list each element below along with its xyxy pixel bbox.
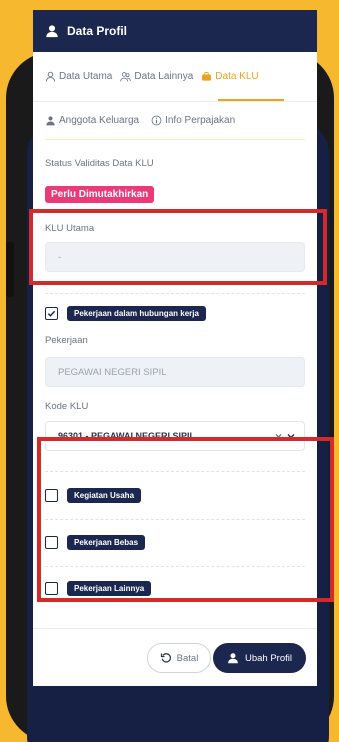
briefcase-icon xyxy=(202,72,212,81)
status-label: Status Validitas Data KLU xyxy=(45,158,154,169)
tab-label: Data Lainnya xyxy=(134,71,194,82)
tab-data-lainnya[interactable]: Data Lainnya xyxy=(120,71,193,82)
tab-anggota-keluarga[interactable]: Anggota Keluarga xyxy=(45,115,139,126)
checkbox-pekerjaan-hubungan-kerja[interactable] xyxy=(45,307,58,320)
highlight-box-other-jobs xyxy=(37,437,334,602)
pekerjaan-label: Pekerjaan xyxy=(45,335,88,346)
tab-data-utama[interactable]: Data Utama xyxy=(45,71,112,82)
pekerjaan-field: PEGAWAI NEGERI SIPIL xyxy=(45,357,305,387)
update-profile-button-label: Ubah Profil xyxy=(245,652,292,664)
check-row-pekerjaan-hubungan-kerja: Pekerjaan dalam hubungan kerja xyxy=(45,306,305,321)
page-title: Data Profil xyxy=(67,24,128,38)
update-profile-button[interactable]: Ubah Profil xyxy=(213,643,306,673)
users-icon xyxy=(120,72,132,82)
tab-label: Info Perpajakan xyxy=(165,115,236,126)
phone-side-button xyxy=(6,242,14,297)
user-icon xyxy=(228,653,238,664)
family-icon xyxy=(46,116,55,126)
active-tab-indicator xyxy=(218,99,284,101)
cancel-button[interactable]: Batal xyxy=(147,643,211,673)
card-header: Data Profil xyxy=(33,10,317,52)
tab-info-perpajakan[interactable]: Info Perpajakan xyxy=(151,115,235,126)
pekerjaan-hubungan-kerja-label: Pekerjaan dalam hubungan kerja xyxy=(67,306,206,321)
tab-label: Data Utama xyxy=(59,71,113,82)
undo-icon xyxy=(160,653,171,663)
user-icon xyxy=(46,25,58,38)
user-icon xyxy=(45,71,56,82)
form-footer: Batal Ubah Profil xyxy=(33,628,317,686)
tab-data-klu[interactable]: Data KLU xyxy=(201,71,259,82)
check-icon xyxy=(47,310,56,317)
kode-klu-label: Kode KLU xyxy=(45,401,89,412)
info-icon xyxy=(151,115,162,126)
status-badge: Perlu Dimutakhirkan xyxy=(45,186,155,203)
cancel-button-label: Batal xyxy=(176,652,199,664)
tab-label: Anggota Keluarga xyxy=(59,115,140,126)
tab-bar: Data Utama Data Lainnya Data KLU Anggota… xyxy=(33,52,317,140)
tab-label: Data KLU xyxy=(215,71,259,82)
highlight-box-klu-utama xyxy=(29,209,327,285)
